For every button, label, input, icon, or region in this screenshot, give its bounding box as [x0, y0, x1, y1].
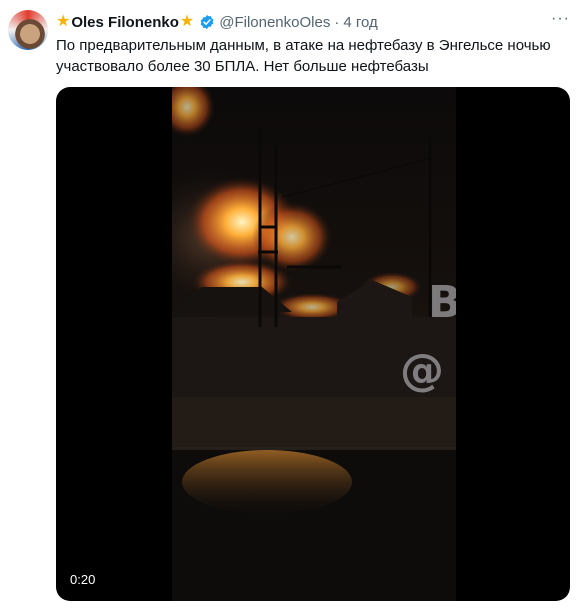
video-player[interactable]: B @ 0:20 — [56, 87, 570, 601]
video-frame[interactable]: B @ — [172, 87, 456, 601]
star-icon: ★ — [56, 13, 71, 30]
author-name[interactable]: Oles Filonenko — [71, 14, 179, 31]
separator-dot: · — [334, 13, 340, 31]
watermark-letter: B — [428, 277, 456, 328]
avatar[interactable] — [8, 10, 48, 50]
verified-badge-icon — [200, 15, 214, 29]
author-handle[interactable]: @FilonenkoOles — [219, 14, 330, 31]
watermark-at: @ — [400, 345, 444, 396]
star-icon: ★ — [179, 13, 195, 30]
tweet-header: ★ Oles Filonenko ★ @FilonenkoOles · 4 го… — [56, 12, 568, 32]
timestamp[interactable]: 4 год — [343, 14, 377, 31]
fire-scene — [172, 87, 456, 601]
video-duration: 0:20 — [70, 572, 96, 587]
more-options-icon[interactable]: ··· — [551, 10, 570, 28]
tweet-text: По предварительным данным, в атаке на не… — [56, 37, 551, 75]
